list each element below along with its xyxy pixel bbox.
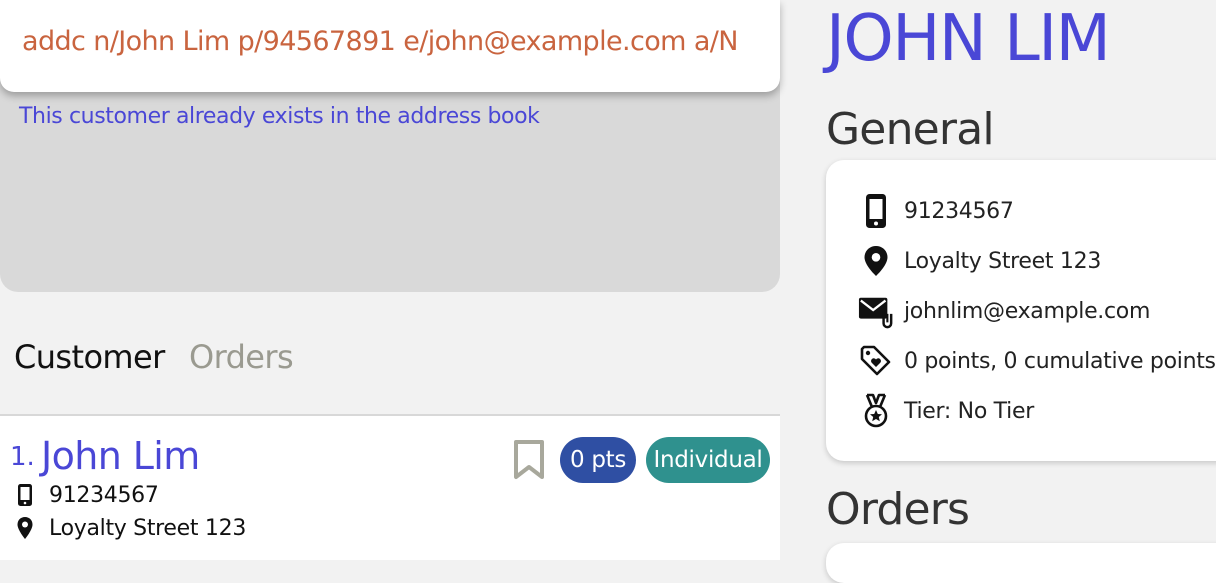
command-box[interactable]: addc n/John Lim p/94567891 e/john@exampl… bbox=[0, 0, 780, 92]
tab-orders[interactable]: Orders bbox=[189, 338, 294, 376]
phone-icon bbox=[14, 482, 36, 508]
detail-address-row: Loyalty Street 123 bbox=[858, 241, 1101, 281]
orders-section-title: Orders bbox=[826, 484, 970, 535]
orders-card bbox=[826, 543, 1216, 583]
detail-phone: 91234567 bbox=[904, 198, 1014, 224]
detail-email-row: johnlim@example.com bbox=[858, 291, 1150, 331]
tab-customer[interactable]: Customer bbox=[14, 338, 165, 376]
detail-address: Loyalty Street 123 bbox=[904, 248, 1102, 274]
email-icon bbox=[858, 291, 894, 331]
result-message: This customer already exists in the addr… bbox=[19, 104, 540, 129]
tag-icon bbox=[858, 341, 894, 381]
detail-tier-row: Tier: No Tier bbox=[858, 391, 1034, 431]
detail-tier: Tier: No Tier bbox=[904, 398, 1034, 424]
list-item-index: 1. bbox=[10, 442, 35, 472]
detail-points-row: 0 points, 0 cumulative points bbox=[858, 341, 1216, 381]
general-section-title: General bbox=[826, 104, 995, 155]
detail-customer-name: JOHN LIM bbox=[826, 2, 1111, 76]
left-panel: This customer already exists in the addr… bbox=[0, 0, 780, 560]
list-item-address-row: Loyalty Street 123 bbox=[14, 514, 246, 542]
list-item-address: Loyalty Street 123 bbox=[49, 515, 247, 541]
list-item-phone-row: 91234567 bbox=[14, 481, 159, 509]
detail-panel: JOHN LIM General 91234567 Loyalty Street… bbox=[780, 0, 1216, 583]
location-pin-icon bbox=[14, 515, 36, 541]
phone-icon bbox=[858, 191, 894, 231]
location-pin-icon bbox=[858, 241, 894, 281]
points-badge: 0 pts bbox=[560, 437, 636, 483]
detail-phone-row: 91234567 bbox=[858, 191, 1014, 231]
command-input[interactable]: addc n/John Lim p/94567891 e/john@exampl… bbox=[22, 26, 762, 57]
medal-icon bbox=[858, 391, 894, 431]
list-item-phone: 91234567 bbox=[49, 482, 159, 508]
customer-type-badge: Individual bbox=[646, 437, 770, 483]
general-card: 91234567 Loyalty Street 123 johnlim@exam… bbox=[826, 160, 1216, 461]
list-item-name: John Lim bbox=[41, 434, 200, 478]
detail-points: 0 points, 0 cumulative points bbox=[904, 348, 1216, 374]
detail-email: johnlim@example.com bbox=[904, 298, 1151, 324]
bookmark-icon[interactable] bbox=[511, 439, 547, 481]
